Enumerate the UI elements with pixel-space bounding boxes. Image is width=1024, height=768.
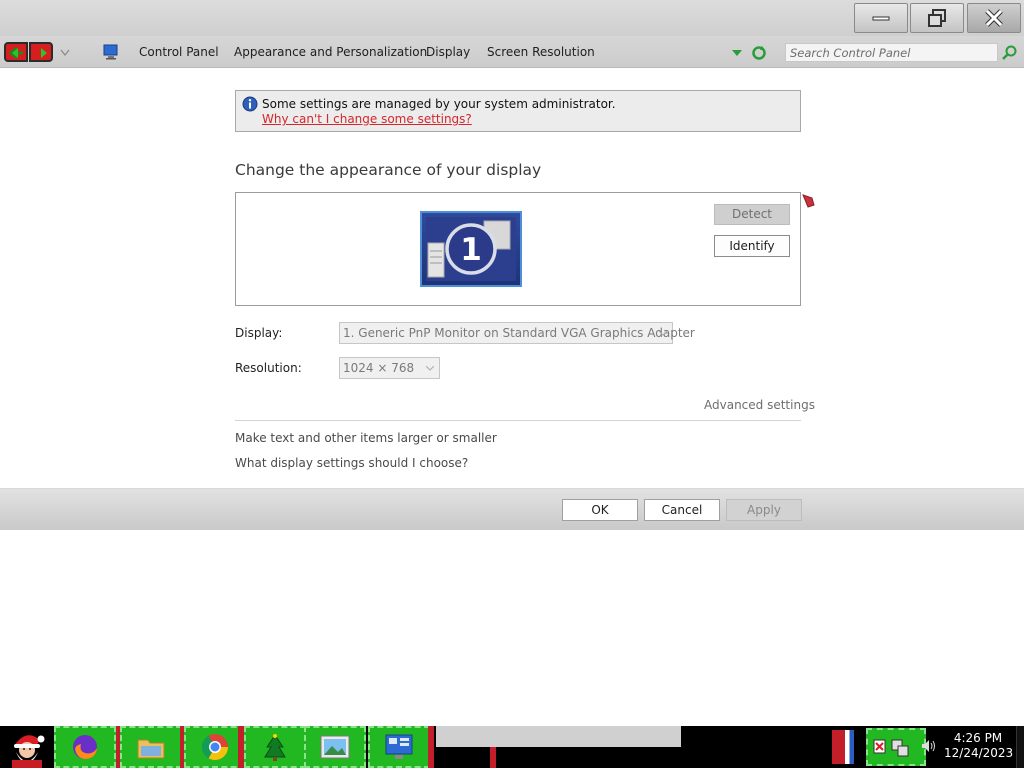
apply-button[interactable]: Apply — [726, 499, 802, 521]
restore-icon — [928, 9, 946, 27]
restore-button[interactable] — [910, 3, 964, 33]
display-arrangement-panel: 1 Detect Identify — [235, 192, 801, 306]
network-icon — [873, 739, 909, 757]
page-title: Change the appearance of your display — [235, 161, 542, 179]
dialog-button-bar: OK Cancel Apply — [0, 488, 1024, 530]
why-cant-change-link[interactable]: Why can't I change some settings? — [262, 112, 472, 126]
language-flag-icon[interactable] — [832, 730, 854, 764]
advanced-settings-link[interactable]: Advanced settings — [704, 398, 815, 412]
close-button[interactable] — [967, 3, 1021, 33]
taskbar: 4:26 PM 12/24/2023 — [0, 726, 1024, 768]
search-input[interactable]: Search Control Panel — [785, 43, 998, 62]
start-button-santa-icon[interactable] — [4, 726, 50, 768]
title-bar — [0, 0, 1024, 36]
minimize-button[interactable] — [854, 3, 908, 33]
control-panel-icon — [103, 44, 118, 60]
display-select-value: 1. Generic PnP Monitor on Standard VGA G… — [343, 326, 695, 340]
chevron-down-icon — [659, 331, 667, 336]
breadcrumb-appearance[interactable]: Appearance and Personalization — [234, 45, 427, 59]
monitor-number: 1 — [460, 232, 482, 268]
chevron-down-icon — [426, 366, 434, 371]
breadcrumb-control-panel[interactable]: Control Panel — [139, 45, 219, 59]
ok-button[interactable]: OK — [562, 499, 638, 521]
admin-info-message: Some settings are managed by your system… — [262, 97, 616, 111]
resolution-select-value: 1024 × 768 — [343, 361, 415, 375]
monitor-1-tile[interactable]: 1 — [420, 211, 522, 287]
volume-icon[interactable] — [920, 738, 936, 754]
forward-button[interactable] — [29, 42, 53, 62]
minimize-icon — [872, 16, 890, 21]
firefox-icon — [73, 735, 97, 759]
photo-viewer-icon — [320, 735, 350, 759]
clock-date[interactable]: 12/24/2023 — [944, 746, 1013, 760]
divider — [235, 420, 801, 421]
cancel-button[interactable]: Cancel — [644, 499, 720, 521]
active-task-button[interactable] — [436, 726, 681, 747]
clock-time[interactable]: 4:26 PM — [948, 731, 1008, 745]
identify-button[interactable]: Identify — [714, 235, 790, 257]
taskbar-christmas-tree[interactable] — [244, 726, 306, 768]
resolution-label: Resolution: — [235, 361, 302, 375]
breadcrumb-display[interactable]: Display — [426, 45, 470, 59]
taskbar-photo-viewer[interactable] — [304, 726, 366, 768]
detect-button[interactable]: Detect — [714, 204, 790, 225]
back-arrow-icon — [9, 46, 23, 60]
text-size-link[interactable]: Make text and other items larger or smal… — [235, 431, 497, 445]
pin-icon — [802, 194, 815, 208]
task-indicator — [490, 747, 496, 768]
taskbar-file-explorer[interactable] — [120, 726, 182, 768]
file-explorer-icon — [137, 739, 165, 759]
system-tray[interactable] — [866, 728, 926, 766]
admin-info-bar: Some settings are managed by your system… — [235, 90, 801, 132]
info-icon — [242, 96, 258, 112]
show-desktop-button[interactable] — [1016, 726, 1024, 768]
refresh-icon[interactable] — [751, 45, 767, 61]
chrome-icon — [201, 734, 229, 761]
back-button[interactable] — [4, 42, 28, 62]
search-icon[interactable] — [1002, 45, 1017, 60]
address-bar: Control Panel Appearance and Personaliza… — [0, 36, 1024, 68]
address-dropdown-icon[interactable] — [732, 50, 742, 57]
forward-arrow-icon — [41, 48, 47, 58]
display-label: Display: — [235, 326, 283, 340]
taskbar-control-panel[interactable] — [368, 726, 430, 768]
display-help-link[interactable]: What display settings should I choose? — [235, 456, 468, 470]
taskbar-firefox[interactable] — [54, 726, 116, 768]
christmas-tree-icon — [264, 734, 286, 761]
display-select[interactable]: 1. Generic PnP Monitor on Standard VGA G… — [339, 322, 695, 344]
resolution-select[interactable]: 1024 × 768 — [339, 357, 440, 379]
breadcrumb-screen-resolution[interactable]: Screen Resolution — [487, 45, 595, 59]
monitor-icon: 1 — [426, 217, 516, 281]
control-panel-icon — [385, 734, 413, 759]
taskbar-separator — [428, 726, 434, 768]
recent-pages-chevron-icon[interactable] — [60, 49, 70, 57]
taskbar-chrome[interactable] — [184, 726, 246, 768]
close-icon — [985, 9, 1003, 27]
